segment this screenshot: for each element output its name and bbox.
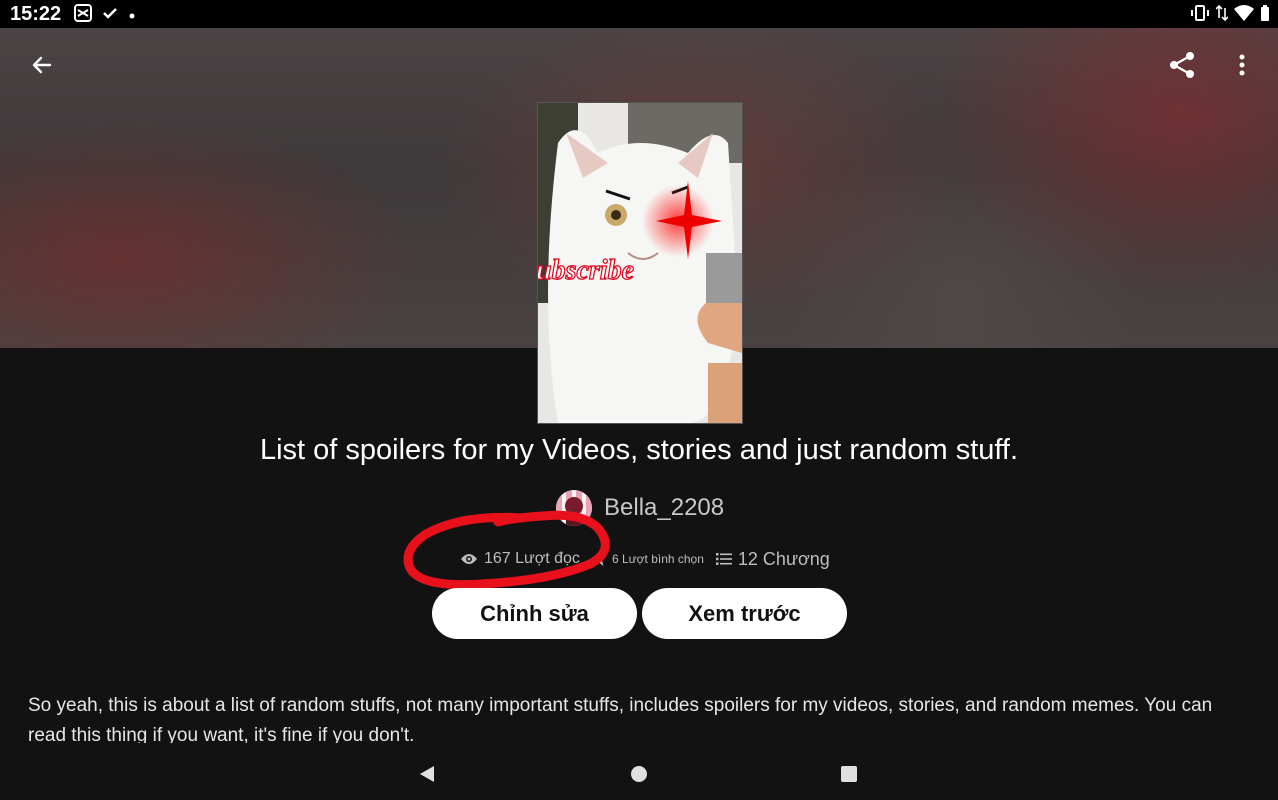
- star-icon: [591, 552, 606, 566]
- vibrate-icon: [1190, 4, 1210, 27]
- eye-icon: [461, 554, 477, 564]
- navigation-bar: [0, 744, 1278, 800]
- nav-back-icon: [420, 766, 434, 782]
- status-time: 15:22: [10, 3, 62, 25]
- more-vertical-icon: [1239, 54, 1245, 76]
- status-right-icons: [1190, 4, 1270, 27]
- status-bar: 15:22: [0, 0, 1278, 28]
- svg-text:ubscribe: ubscribe: [538, 255, 634, 286]
- data-arrows-icon: [1215, 4, 1229, 27]
- reads-count: 167 Lượt đọc: [484, 550, 580, 567]
- reads-stat: 167 Lượt đọc: [460, 550, 580, 568]
- arrow-left-icon: [32, 56, 52, 74]
- story-stats: 167 Lượt đọc 6 Lượt bình chọn 12 Chương: [460, 546, 842, 572]
- nav-home-icon: [631, 766, 647, 782]
- story-title: List of spoilers for my Videos, stories …: [259, 434, 1019, 466]
- status-left-icons: [74, 4, 136, 27]
- votes-count: 6 Lượt bình chọn: [611, 552, 704, 566]
- preview-button[interactable]: Xem trước: [642, 588, 847, 639]
- parts-stat: 12 Chương: [715, 548, 830, 570]
- check-icon: [102, 5, 118, 26]
- nav-home-button[interactable]: [621, 756, 657, 792]
- screen: 15:22 ubscribe List of spoilers for my V…: [0, 0, 1278, 800]
- capcut-icon: [74, 4, 92, 27]
- parts-count: 12 Chương: [737, 548, 830, 569]
- author-avatar[interactable]: [556, 490, 592, 526]
- cover-cat-picture: ubscribe: [538, 103, 742, 423]
- battery-icon: [1260, 4, 1270, 27]
- share-icon: [1170, 52, 1194, 78]
- story-cover-image[interactable]: ubscribe: [537, 102, 743, 424]
- story-description: So yeah, this is about a list of random …: [28, 695, 1213, 743]
- votes-stat: 6 Lượt bình chọn: [591, 552, 704, 566]
- back-button[interactable]: [20, 43, 64, 87]
- wifi-icon: [1234, 4, 1254, 27]
- share-button[interactable]: [1160, 43, 1204, 87]
- edit-button[interactable]: Chỉnh sửa: [432, 588, 637, 639]
- list-icon: [715, 553, 732, 565]
- nav-recents-button[interactable]: [831, 756, 867, 792]
- dot-icon: [128, 7, 136, 25]
- nav-recents-icon: [841, 766, 857, 782]
- author-row[interactable]: Bella_2208: [556, 488, 724, 528]
- nav-back-button[interactable]: [410, 756, 446, 792]
- author-name[interactable]: Bella_2208: [604, 494, 724, 522]
- more-options-button[interactable]: [1220, 43, 1264, 87]
